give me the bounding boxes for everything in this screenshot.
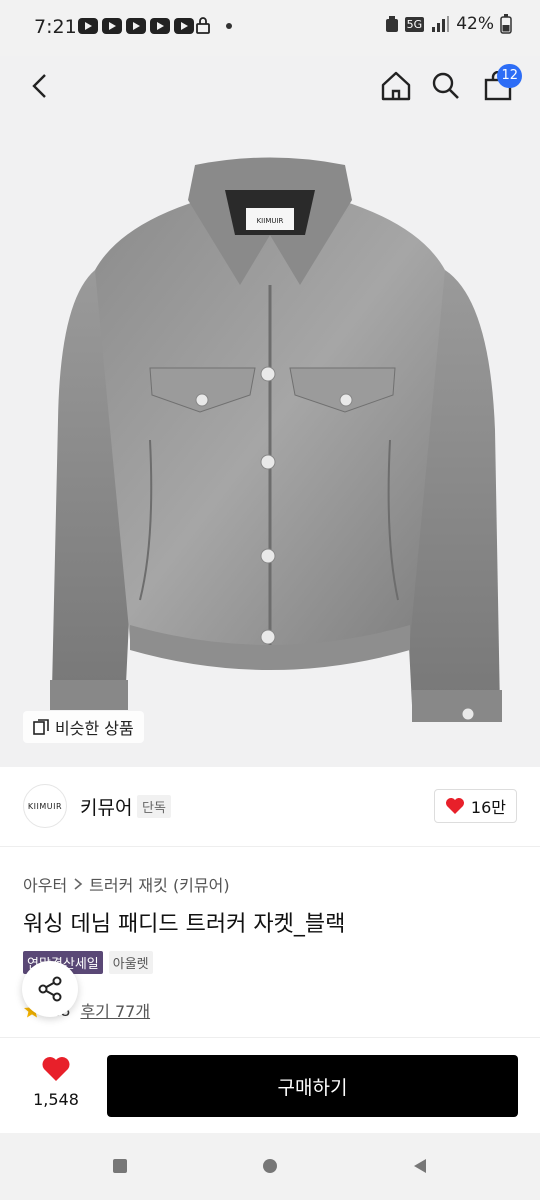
- breadcrumb: 아우터 트러커 재킷 (키뮤어): [23, 872, 230, 896]
- copy-icon: [33, 719, 49, 735]
- home-icon: [381, 71, 411, 101]
- search-button[interactable]: [424, 64, 468, 108]
- status-right: 5G 42%: [385, 14, 512, 34]
- youtube-icon: [126, 18, 146, 34]
- breadcrumb-category[interactable]: 아우터: [23, 872, 67, 896]
- status-time: 7:21: [34, 16, 77, 38]
- top-navigation: 12: [0, 56, 540, 116]
- brand-name[interactable]: 키뮤어: [80, 793, 132, 820]
- collar-label-text: KIIMUIR: [257, 217, 284, 225]
- home-button[interactable]: [374, 64, 418, 108]
- similar-products-label: 비슷한 상품: [55, 719, 134, 738]
- recent-apps-icon[interactable]: [112, 1158, 128, 1174]
- brand-row: KIIMUIR 키뮤어 단독 16만: [0, 767, 540, 847]
- youtube-icon: [102, 18, 122, 34]
- favorite-count: 1,548: [33, 1090, 79, 1109]
- heart-icon: [445, 798, 464, 814]
- back-button[interactable]: [18, 64, 62, 108]
- battery-icon: [500, 14, 512, 34]
- favorite-button[interactable]: 1,548: [22, 1056, 90, 1109]
- home-circle-icon[interactable]: [262, 1158, 278, 1174]
- system-navigation-bar: [0, 1133, 540, 1200]
- lock-icon: [196, 17, 210, 34]
- brand-like-button[interactable]: 16만: [433, 789, 517, 823]
- network-type: 5G: [404, 16, 425, 32]
- battery-percent: 42%: [456, 14, 494, 34]
- buy-button[interactable]: 구매하기: [107, 1055, 518, 1117]
- back-triangle-icon[interactable]: [412, 1158, 428, 1174]
- brand-logo[interactable]: KIIMUIR: [23, 784, 67, 828]
- chevron-right-icon: [74, 878, 83, 890]
- review-link[interactable]: 후기 77개: [80, 998, 150, 1022]
- bottom-action-bar: 1,548 구매하기: [0, 1037, 540, 1133]
- alarm-icon: [385, 16, 398, 32]
- youtube-icon: [150, 18, 170, 34]
- cart-count-badge: 12: [497, 64, 522, 88]
- chevron-left-icon: [32, 74, 46, 98]
- signal-icon: [432, 16, 450, 32]
- youtube-icon: [78, 18, 98, 34]
- product-title: 워싱 데님 패디드 트러커 자켓_블랙: [23, 912, 346, 937]
- cart-button[interactable]: 12: [476, 64, 522, 108]
- status-bar: 7:21 5G 42%: [0, 0, 540, 56]
- search-icon: [432, 72, 459, 99]
- share-button[interactable]: [22, 961, 78, 1017]
- brand-like-count: 16만: [470, 798, 506, 817]
- heart-icon: [42, 1057, 70, 1081]
- similar-products-button[interactable]: 비슷한 상품: [23, 711, 144, 743]
- youtube-icon: [174, 18, 194, 34]
- breadcrumb-subcategory[interactable]: 트러커 재킷 (키뮤어): [89, 872, 229, 896]
- notification-dot: [226, 23, 232, 29]
- outlet-badge: 아울렛: [108, 951, 153, 974]
- exclusive-tag: 단독: [137, 795, 171, 818]
- share-icon: [38, 976, 62, 1002]
